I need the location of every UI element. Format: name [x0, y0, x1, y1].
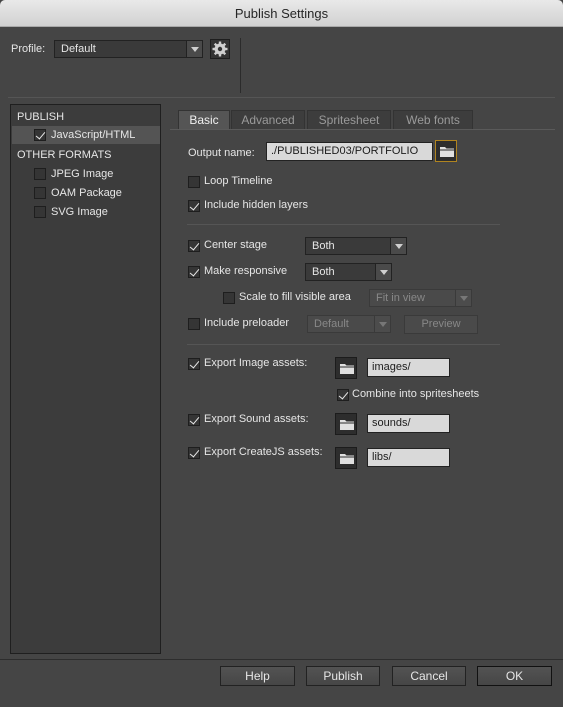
tab-web-fonts[interactable]: Web fonts: [393, 110, 473, 129]
publish-button[interactable]: Publish: [306, 666, 380, 686]
ok-button[interactable]: OK: [477, 666, 552, 686]
top-divider: [8, 97, 555, 98]
sidebar-item-label: JPEG Image: [51, 168, 114, 180]
javascript-html-checkbox[interactable]: [34, 129, 46, 141]
chevron-down-icon: [390, 238, 406, 254]
footer-divider: [0, 659, 563, 660]
preloader-select[interactable]: Default: [307, 315, 391, 333]
chevron-down-icon: [455, 290, 471, 306]
image-folder-button[interactable]: [335, 357, 357, 379]
svg-checkbox[interactable]: [34, 206, 46, 218]
gear-icon: [212, 41, 228, 57]
profile-divider: [240, 38, 241, 93]
title-bar: Publish Settings: [0, 0, 563, 27]
preloader-value: Default: [314, 318, 349, 330]
cancel-button[interactable]: Cancel: [392, 666, 466, 686]
other-formats-header: OTHER FORMATS: [17, 149, 112, 161]
tab-basic[interactable]: Basic: [178, 110, 230, 129]
output-browse-button[interactable]: [435, 140, 457, 162]
sidebar-item-jpeg[interactable]: JPEG Image: [12, 165, 160, 183]
createjs-folder-button[interactable]: [335, 447, 357, 469]
combine-spritesheets-label: Combine into spritesheets: [352, 388, 480, 400]
help-button[interactable]: Help: [220, 666, 295, 686]
sidebar-item-javascript-html[interactable]: JavaScript/HTML: [12, 126, 160, 144]
center-stage-checkbox[interactable]: [188, 240, 200, 252]
sound-folder-button[interactable]: [335, 413, 357, 435]
folder-icon: [340, 364, 354, 374]
loop-timeline-label: Loop Timeline: [204, 175, 273, 187]
folder-icon: [440, 147, 454, 157]
folder-icon: [340, 420, 354, 430]
sidebar-item-label: OAM Package: [51, 187, 122, 199]
profile-label: Profile:: [11, 43, 46, 55]
export-image-label: Export Image assets:: [204, 357, 308, 369]
output-name-field[interactable]: ./PUBLISHED03/PORTFOLIO: [266, 142, 433, 161]
export-createjs-label: Export CreateJS assets:: [204, 446, 323, 458]
scale-to-fill-label: Scale to fill visible area: [239, 291, 351, 303]
publish-header: PUBLISH: [17, 111, 65, 123]
sidebar-item-label: JavaScript/HTML: [51, 129, 136, 141]
profile-select-value: Default: [61, 43, 96, 55]
window-title: Publish Settings: [234, 6, 329, 21]
createjs-path-field[interactable]: libs/: [367, 448, 450, 467]
oam-checkbox[interactable]: [34, 187, 46, 199]
tab-underline: [170, 129, 555, 130]
export-sound-checkbox[interactable]: [188, 414, 200, 426]
jpeg-checkbox[interactable]: [34, 168, 46, 180]
center-stage-label: Center stage: [204, 239, 267, 251]
chevron-down-icon: [375, 264, 391, 280]
output-name-label: Output name:: [188, 147, 255, 159]
combine-spritesheets-checkbox[interactable]: [337, 389, 349, 401]
center-stage-value: Both: [312, 240, 335, 252]
export-createjs-checkbox[interactable]: [188, 447, 200, 459]
scale-to-fill-select[interactable]: Fit in view: [369, 289, 472, 307]
center-stage-select[interactable]: Both: [305, 237, 407, 255]
sidebar-item-svg[interactable]: SVG Image: [12, 203, 160, 221]
divider-1: [187, 224, 500, 225]
export-sound-label: Export Sound assets:: [204, 413, 309, 425]
scale-to-fill-value: Fit in view: [376, 292, 425, 304]
scale-to-fill-checkbox[interactable]: [223, 292, 235, 304]
include-hidden-layers-checkbox[interactable]: [188, 200, 200, 212]
image-path-field[interactable]: images/: [367, 358, 450, 377]
include-hidden-layers-label: Include hidden layers: [204, 199, 308, 211]
sound-path-field[interactable]: sounds/: [367, 414, 450, 433]
sidebar-item-oam[interactable]: OAM Package: [12, 184, 160, 202]
tab-spritesheet[interactable]: Spritesheet: [307, 110, 391, 129]
include-preloader-label: Include preloader: [204, 317, 290, 329]
include-preloader-checkbox[interactable]: [188, 318, 200, 330]
sidebar-item-label: SVG Image: [51, 206, 108, 218]
make-responsive-label: Make responsive: [204, 265, 288, 277]
make-responsive-value: Both: [312, 266, 335, 278]
loop-timeline-checkbox[interactable]: [188, 176, 200, 188]
divider-2: [187, 344, 500, 345]
profile-select[interactable]: Default: [54, 40, 203, 58]
make-responsive-checkbox[interactable]: [188, 266, 200, 278]
chevron-down-icon: [186, 41, 202, 57]
tab-advanced[interactable]: Advanced: [231, 110, 305, 129]
preview-button[interactable]: Preview: [404, 315, 478, 334]
make-responsive-select[interactable]: Both: [305, 263, 392, 281]
folder-icon: [340, 454, 354, 464]
chevron-down-icon: [374, 316, 390, 332]
profile-settings-button[interactable]: [210, 39, 230, 59]
format-sidebar: PUBLISH JavaScript/HTML OTHER FORMATS JP…: [10, 104, 161, 654]
export-image-checkbox[interactable]: [188, 358, 200, 370]
